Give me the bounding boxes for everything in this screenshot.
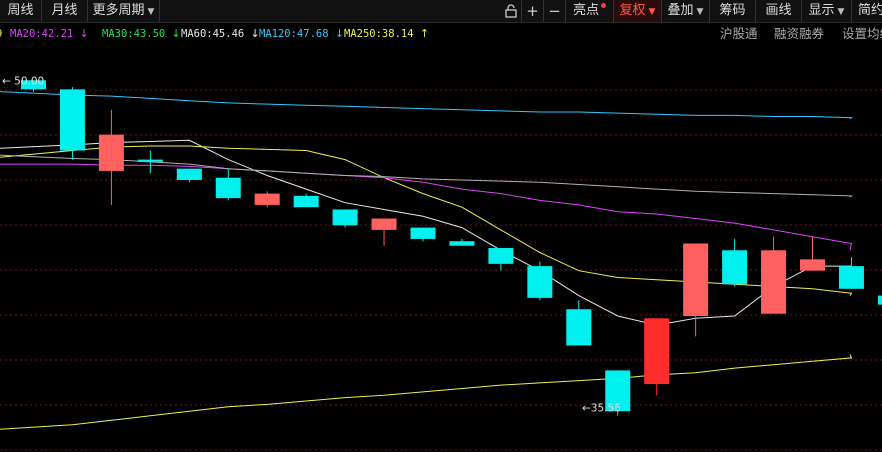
candle-body bbox=[683, 243, 709, 316]
simple-mode-label: 简约 bbox=[858, 3, 882, 18]
legend-ma20[interactable]: MA20:42.21 ↓ bbox=[10, 24, 89, 44]
arrow-down-icon: ↓ bbox=[334, 27, 345, 40]
ma60-value: MA60:45.46 bbox=[181, 28, 245, 40]
candle-up[interactable] bbox=[98, 109, 124, 205]
highlight-button[interactable]: 亮点 bbox=[566, 0, 614, 22]
chevron-down-icon: ▼ bbox=[837, 7, 845, 17]
high-price-label: ← 50.00 bbox=[2, 75, 44, 87]
ma-line-ma120 bbox=[0, 91, 853, 120]
candle-up[interactable] bbox=[254, 191, 280, 208]
candle-body bbox=[215, 177, 241, 199]
legend-ma250[interactable]: MA250:38.14 ↑ bbox=[344, 24, 429, 44]
candle-body bbox=[254, 193, 280, 205]
candle-down[interactable] bbox=[449, 238, 475, 246]
candle-down[interactable] bbox=[722, 238, 748, 287]
draw-line-label: 画线 bbox=[765, 3, 792, 18]
candle-body bbox=[410, 227, 436, 239]
tab-weekly[interactable]: 周线 bbox=[0, 0, 42, 22]
draw-line-button[interactable]: 画线 bbox=[756, 0, 802, 22]
price-labels: ← 50.00 ←35.56 bbox=[2, 75, 621, 414]
candle-down[interactable] bbox=[527, 261, 553, 301]
candle-body bbox=[98, 134, 124, 171]
ma-legend-bar: 9 MA20:42.21 ↓ MA30:43.50 ↓ MA60:45.46 ↓… bbox=[0, 24, 882, 44]
chips-label: 筹码 bbox=[719, 3, 746, 18]
ma250-value: MA250:38.14 bbox=[344, 28, 414, 40]
tab-weekly-label: 周线 bbox=[7, 3, 34, 18]
highlight-label: 亮点 bbox=[572, 3, 599, 18]
candle-down[interactable] bbox=[137, 150, 163, 174]
overlay-dropdown[interactable]: 叠加 ▼ bbox=[662, 0, 710, 22]
legend-clipped-glyph: 9 bbox=[0, 24, 2, 44]
kline-chart[interactable]: ← 50.00 ←35.56 bbox=[0, 44, 882, 452]
lock-icon[interactable] bbox=[500, 0, 522, 22]
candlesticks bbox=[21, 80, 882, 416]
low-price-label: ←35.56 bbox=[582, 403, 621, 415]
candle-up[interactable] bbox=[761, 236, 787, 314]
ma20-value: MA20:42.21 bbox=[10, 28, 74, 40]
tab-monthly-label: 月线 bbox=[51, 3, 78, 18]
candle-body bbox=[644, 318, 670, 384]
overlay-label: 叠加 bbox=[667, 3, 694, 18]
candle-body bbox=[527, 266, 553, 298]
display-label: 显示 bbox=[808, 3, 835, 18]
candle-body bbox=[761, 250, 787, 314]
candle-down[interactable] bbox=[215, 168, 241, 201]
candle-body bbox=[566, 309, 592, 346]
notification-dot-icon bbox=[601, 3, 606, 8]
candle-body bbox=[877, 295, 882, 305]
chevron-down-icon: ▼ bbox=[147, 7, 155, 17]
candle-down[interactable] bbox=[293, 193, 319, 208]
adjust-price-dropdown[interactable]: 复权 ▼ bbox=[614, 0, 662, 22]
legend-ma60[interactable]: MA60:45.46 ↓ bbox=[181, 24, 260, 44]
candle-body bbox=[176, 168, 202, 180]
more-periods-label: 更多周期 bbox=[92, 3, 145, 18]
zoom-in-icon[interactable]: + bbox=[522, 0, 544, 22]
top-toolbar: 周线 月线 更多周期 ▼ + − 亮点 复权 ▼ 叠加 ▼ 筹码 画线 显示 ▼ 简约 bbox=[0, 0, 882, 23]
candle-down[interactable] bbox=[566, 300, 592, 346]
simple-mode-button[interactable]: 简约 bbox=[852, 0, 882, 22]
margin-trading-link[interactable]: 融资融券 bbox=[774, 24, 824, 44]
legend-ma120[interactable]: MA120:47.68 ↓ bbox=[259, 24, 344, 44]
candle-down[interactable] bbox=[410, 227, 436, 242]
ma-line-ma10 bbox=[0, 154, 853, 198]
candle-body bbox=[293, 195, 319, 208]
candle-body bbox=[838, 266, 864, 289]
arrow-down-icon: ↓ bbox=[171, 27, 181, 40]
zoom-out-icon[interactable]: − bbox=[544, 0, 566, 22]
candle-body bbox=[371, 218, 397, 230]
hsgt-link[interactable]: 沪股通 bbox=[720, 24, 758, 44]
candle-up[interactable] bbox=[371, 218, 397, 246]
ma120-value: MA120:47.68 bbox=[259, 28, 329, 40]
grid-lines bbox=[0, 89, 882, 451]
legend-ma30[interactable]: MA30:43.50 ↓ bbox=[102, 24, 181, 44]
arrow-up-icon: ↑ bbox=[419, 27, 430, 40]
candle-body bbox=[722, 250, 748, 285]
candle-body bbox=[488, 248, 514, 264]
more-periods-dropdown[interactable]: 更多周期 ▼ bbox=[88, 0, 160, 22]
chips-button[interactable]: 筹码 bbox=[710, 0, 756, 22]
lock-icon-glyph bbox=[504, 4, 517, 18]
tab-monthly[interactable]: 月线 bbox=[42, 0, 88, 22]
candle-up[interactable] bbox=[644, 318, 670, 396]
candle-down[interactable] bbox=[838, 257, 864, 289]
candle-up[interactable] bbox=[683, 243, 709, 337]
candle-up[interactable] bbox=[800, 236, 825, 271]
ma30-value: MA30:43.50 bbox=[102, 28, 166, 40]
candle-down[interactable] bbox=[877, 295, 882, 314]
candle-down[interactable] bbox=[59, 87, 85, 160]
ma-settings-link[interactable]: 设置均线 bbox=[842, 24, 882, 44]
candle-down[interactable] bbox=[332, 209, 358, 228]
candle-body bbox=[449, 241, 475, 246]
candle-body bbox=[137, 159, 163, 162]
candle-body bbox=[800, 259, 825, 271]
chevron-down-icon: ▼ bbox=[648, 7, 656, 17]
candle-body bbox=[59, 89, 85, 151]
candle-body bbox=[332, 209, 358, 226]
ma-line-ma250 bbox=[0, 354, 853, 430]
adjust-price-label: 复权 bbox=[619, 3, 646, 18]
chevron-down-icon: ▼ bbox=[696, 7, 704, 17]
arrow-down-icon: ↓ bbox=[79, 27, 89, 40]
display-dropdown[interactable]: 显示 ▼ bbox=[802, 0, 852, 22]
candle-down[interactable] bbox=[488, 248, 514, 271]
